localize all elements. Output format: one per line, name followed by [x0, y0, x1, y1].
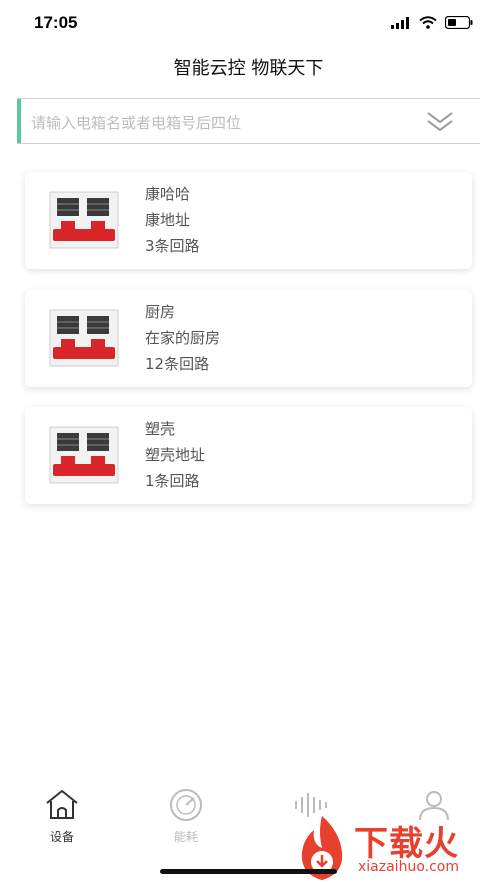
watermark-text: 下载火 — [354, 824, 459, 864]
signal-icon — [391, 16, 409, 29]
home-icon — [46, 790, 78, 819]
tab-energy[interactable]: 能耗 — [124, 788, 248, 845]
device-card[interactable]: 厨房 在家的厨房 12条回路 — [25, 290, 472, 387]
chevron-down-double-icon[interactable] — [426, 109, 454, 135]
wifi-icon — [419, 16, 437, 29]
gauge-icon — [170, 789, 202, 821]
electric-box-icon — [49, 426, 119, 484]
device-address: 塑壳地址 — [145, 446, 206, 464]
tab-label: 能耗 — [173, 830, 198, 844]
device-address: 在家的厨房 — [145, 329, 221, 347]
page-title: 智能云控 物联天下 — [173, 58, 324, 79]
search-accent-bar — [17, 99, 21, 143]
device-circuits: 1条回路 — [145, 472, 200, 490]
device-name: 厨房 — [145, 303, 176, 321]
device-card[interactable]: 塑壳 塑壳地址 1条回路 — [25, 407, 472, 504]
tab-devices[interactable]: 设备 — [0, 788, 124, 845]
status-bar: 17:05 — [0, 0, 497, 44]
status-time: 17:05 — [34, 13, 78, 32]
device-name: 塑壳 — [145, 420, 176, 438]
status-icons — [391, 16, 473, 29]
search-placeholder: 请输入电箱名或者电箱号后四位 — [31, 114, 242, 132]
watermark-url: xiazaihuo.com — [358, 859, 459, 875]
device-card[interactable]: 康哈哈 康地址 3条回路 — [25, 172, 472, 269]
electric-box-icon — [49, 309, 119, 367]
home-indicator — [160, 869, 337, 874]
battery-icon — [445, 16, 473, 29]
device-circuits: 3条回路 — [145, 237, 200, 255]
device-circuits: 12条回路 — [145, 355, 210, 373]
tab-label: 设备 — [49, 830, 74, 844]
device-address: 康地址 — [145, 211, 191, 229]
device-name: 康哈哈 — [145, 185, 191, 203]
electric-box-icon — [49, 191, 119, 249]
search-input[interactable]: 请输入电箱名或者电箱号后四位 — [17, 98, 480, 144]
